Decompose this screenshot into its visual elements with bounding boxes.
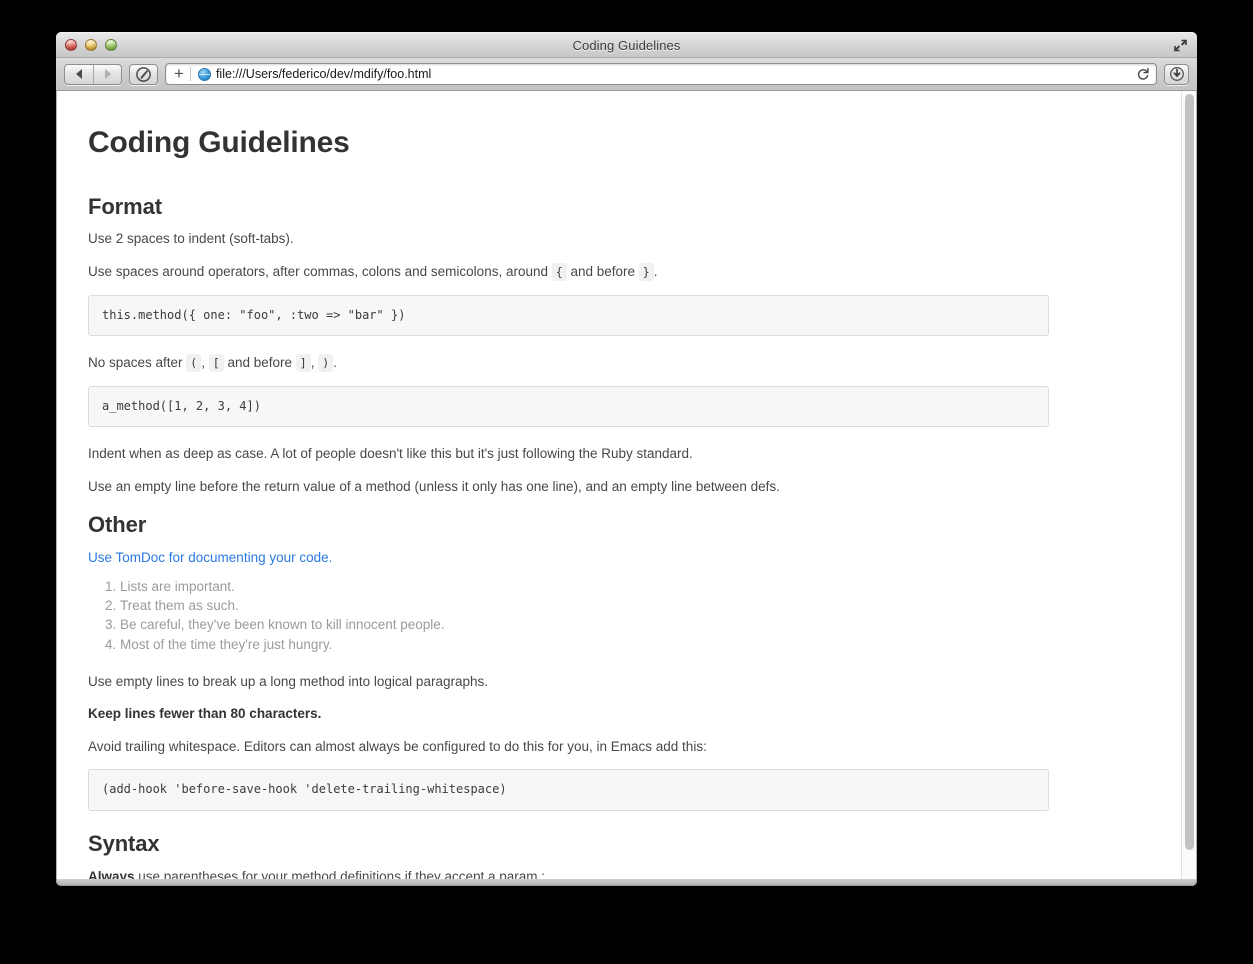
window-bottom-edge: [56, 879, 1197, 886]
other-paragraph-3: Avoid trailing whitespace. Editors can a…: [88, 738, 707, 754]
url-text: file:///Users/federico/dev/mdify/foo.htm…: [215, 67, 432, 81]
tomdoc-link[interactable]: Use TomDoc for documenting your code.: [88, 550, 332, 565]
text-fragment: ,: [201, 355, 209, 371]
tomdoc-link-line: Use TomDoc for documenting your code.: [88, 548, 1156, 568]
fullscreen-arrows-icon[interactable]: [1172, 37, 1189, 54]
window-title: Coding Guidelines: [572, 38, 681, 53]
forward-button[interactable]: [93, 64, 121, 84]
minimize-button[interactable]: [85, 39, 97, 51]
section-heading-syntax: Syntax: [88, 831, 160, 856]
safari-window: Coding Guidelines + file:///Users/federi…: [56, 32, 1197, 886]
inline-code: ): [318, 354, 334, 373]
downloads-icon[interactable]: [1164, 63, 1189, 85]
other-bold-line: Keep lines fewer than 80 characters.: [88, 704, 1156, 724]
bold-text: Always: [88, 868, 135, 879]
format-paragraph-2: Use spaces around operators, after comma…: [88, 262, 1156, 282]
list-item: Most of the time they're just hungry.: [120, 636, 1156, 654]
other-paragraph-1: Use empty lines to break up a long metho…: [88, 673, 488, 689]
scrollbar-thumb[interactable]: [1185, 94, 1194, 850]
globe-icon: [197, 67, 211, 81]
text-fragment: use parentheses for your method definiti…: [134, 868, 546, 879]
inline-code: (: [186, 354, 202, 373]
text-fragment: and before: [223, 355, 296, 371]
reload-icon[interactable]: [1134, 65, 1152, 83]
code-block-1: this.method({ one: "foo", :two => "bar" …: [88, 294, 1049, 337]
format-paragraph-3: No spaces after (, [ and before ], ).: [88, 353, 1156, 373]
format-paragraph-1: Use 2 spaces to indent (soft-tabs).: [88, 231, 294, 247]
list-item: Lists are important.: [120, 578, 1156, 596]
back-button[interactable]: [65, 65, 93, 84]
share-arrow-icon[interactable]: [129, 63, 158, 85]
list-item: Be careful, they've been known to kill i…: [120, 616, 1156, 634]
format-paragraph-5: Use an empty line before the return valu…: [88, 478, 780, 494]
page-title: Coding Guidelines: [88, 126, 350, 159]
page-viewport: Coding Guidelines Format Use 2 spaces to…: [56, 91, 1197, 879]
text-fragment: .: [653, 263, 658, 279]
code-block-2: a_method([1, 2, 3, 4]): [88, 385, 1049, 428]
inline-code: {: [551, 262, 567, 281]
section-heading-other: Other: [88, 512, 147, 538]
section-heading-format: Format: [88, 193, 162, 219]
window-titlebar[interactable]: Coding Guidelines: [56, 32, 1197, 58]
navigation-buttons: [64, 63, 122, 85]
bold-text: Keep lines fewer than 80 characters.: [88, 706, 322, 722]
format-paragraph-4: Indent when as deep as case. A lot of pe…: [88, 446, 693, 462]
browser-toolbar: + file:///Users/federico/dev/mdify/foo.h…: [56, 58, 1197, 91]
inline-code: }: [638, 262, 654, 281]
list-item: Treat them as such.: [120, 597, 1156, 615]
text-fragment: and before: [566, 263, 639, 279]
text-fragment: No spaces after: [88, 355, 187, 371]
inline-code: [: [208, 354, 224, 373]
text-fragment: Use spaces around operators, after comma…: [88, 263, 552, 279]
zoom-button[interactable]: [105, 39, 117, 51]
text-fragment: .: [333, 355, 337, 371]
close-button[interactable]: [65, 39, 77, 51]
vertical-scrollbar[interactable]: [1181, 91, 1196, 879]
divider: [189, 67, 191, 81]
code-block-3: (add-hook 'before-save-hook 'delete-trai…: [88, 769, 1049, 811]
traffic-lights: [65, 39, 117, 51]
syntax-paragraph-1: Always use parentheses for your method d…: [88, 867, 1156, 879]
ordered-list: Lists are important. Treat them as such.…: [88, 578, 1156, 654]
address-bar[interactable]: + file:///Users/federico/dev/mdify/foo.h…: [165, 63, 1157, 85]
document-body: Coding Guidelines Format Use 2 spaces to…: [57, 91, 1196, 879]
new-tab-button[interactable]: +: [173, 65, 190, 84]
inline-code: ]: [295, 354, 311, 373]
